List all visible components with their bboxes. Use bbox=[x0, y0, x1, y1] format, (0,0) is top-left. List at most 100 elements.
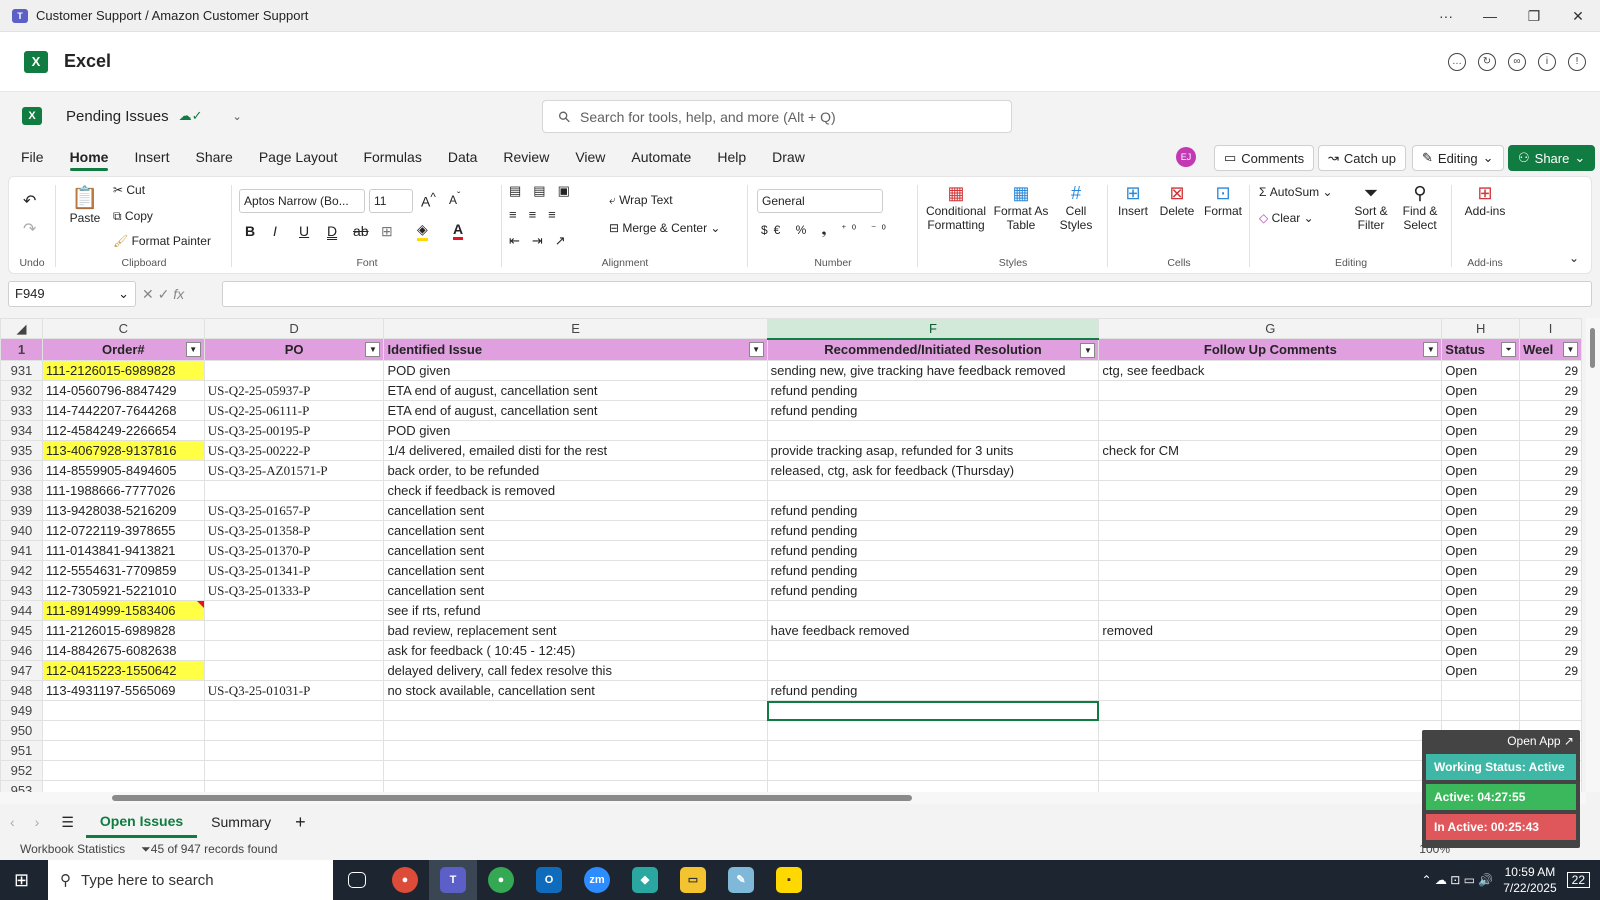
cell-po[interactable] bbox=[203, 760, 385, 781]
catch-up-button[interactable]: ↝ Catch up bbox=[1318, 145, 1406, 171]
row-number[interactable]: 953 bbox=[0, 780, 43, 792]
cell-order[interactable]: 111-1988666-7777026 bbox=[41, 480, 205, 501]
bold-icon[interactable]: B bbox=[245, 223, 255, 239]
notepad-icon[interactable]: ✎ bbox=[717, 860, 765, 900]
chat-icon[interactable]: … bbox=[1448, 52, 1466, 71]
cell-follow[interactable]: removed bbox=[1098, 620, 1443, 641]
row-number[interactable]: 941 bbox=[0, 540, 43, 561]
format-painter-button[interactable]: 🖌 Format Painter bbox=[113, 234, 211, 248]
cell-res[interactable]: refund pending bbox=[766, 560, 1100, 581]
cell-po[interactable] bbox=[203, 480, 385, 501]
header-status[interactable]: Status ⏷ bbox=[1441, 338, 1521, 361]
cell-status[interactable]: Open bbox=[1441, 520, 1521, 541]
row-number[interactable]: 931 bbox=[0, 360, 43, 381]
cell-status[interactable]: Open bbox=[1441, 380, 1521, 401]
font-size-select[interactable]: 11 bbox=[369, 189, 413, 213]
cell-order[interactable]: 113-9428038-5216209 bbox=[41, 500, 205, 521]
cell-po[interactable] bbox=[203, 360, 385, 381]
cell-week[interactable]: 29 bbox=[1519, 480, 1582, 501]
increase-font-icon[interactable]: A^ bbox=[421, 191, 436, 210]
row-number[interactable]: 949 bbox=[0, 700, 43, 721]
cell-res[interactable]: provide tracking asap, refunded for 3 un… bbox=[766, 440, 1100, 461]
workbook-statistics[interactable]: Workbook Statistics bbox=[20, 842, 125, 856]
task-view-icon[interactable] bbox=[333, 860, 381, 900]
row-number[interactable]: 950 bbox=[0, 720, 43, 741]
filter-dropdown-icon[interactable]: ▼ bbox=[1423, 342, 1439, 357]
cell-follow[interactable] bbox=[1098, 540, 1443, 561]
cell-follow[interactable] bbox=[1098, 660, 1443, 681]
cell-follow[interactable] bbox=[1098, 400, 1443, 421]
horizontal-scrollbar[interactable] bbox=[0, 792, 1586, 804]
sheet-tab-summary[interactable]: Summary bbox=[197, 806, 285, 838]
shield-icon[interactable]: ! bbox=[1568, 52, 1586, 71]
cell-follow[interactable] bbox=[1098, 780, 1443, 792]
row-number[interactable]: 939 bbox=[0, 500, 43, 521]
row-number[interactable]: 935 bbox=[0, 440, 43, 461]
cell-week[interactable]: 29 bbox=[1519, 620, 1582, 641]
cell-po[interactable] bbox=[203, 640, 385, 661]
search-box[interactable]: ⚲ Search for tools, help, and more (Alt … bbox=[542, 100, 1012, 133]
comments-button[interactable]: ▭ Comments bbox=[1214, 145, 1315, 171]
app-diamond-icon[interactable]: ◆ bbox=[621, 860, 669, 900]
chevron-down-icon[interactable]: ⌄ bbox=[232, 110, 241, 123]
tray-icons[interactable]: ⌃ ☁ ⊡ ▭ 🔊 bbox=[1422, 873, 1494, 887]
cell-res[interactable] bbox=[766, 640, 1100, 661]
cell-week[interactable] bbox=[1519, 680, 1582, 701]
cell-issue[interactable]: cancellation sent bbox=[383, 560, 768, 581]
cell-styles-button[interactable]: # Cell Styles bbox=[1053, 183, 1099, 232]
filter-dropdown-icon[interactable]: ▼ bbox=[185, 342, 201, 357]
cell-follow[interactable] bbox=[1098, 380, 1443, 401]
cell-po[interactable] bbox=[203, 660, 385, 681]
column-header-g[interactable]: G bbox=[1098, 318, 1443, 339]
filter-dropdown-icon[interactable]: ▼ bbox=[1080, 342, 1096, 358]
cell-res[interactable]: sending new, give tracking have feedback… bbox=[766, 360, 1100, 381]
tab-view[interactable]: View bbox=[562, 140, 618, 174]
cell-follow[interactable] bbox=[1098, 580, 1443, 601]
cell-issue[interactable]: cancellation sent bbox=[383, 580, 768, 601]
conditional-formatting-button[interactable]: ▦ Conditional Formatting bbox=[923, 183, 989, 232]
row-number[interactable]: 940 bbox=[0, 520, 43, 541]
select-all-corner[interactable]: ◢ bbox=[0, 318, 43, 339]
cell-week[interactable]: 29 bbox=[1519, 420, 1582, 441]
row-number[interactable]: 951 bbox=[0, 740, 43, 761]
cell-order[interactable]: 114-7442207-7644268 bbox=[41, 400, 205, 421]
avatar[interactable]: EJ bbox=[1176, 147, 1196, 167]
cell-po[interactable]: US-Q3-25-01341-P bbox=[203, 560, 385, 581]
indent-icons[interactable]: ⇤⇥↗ bbox=[509, 233, 578, 249]
cell-issue[interactable] bbox=[383, 740, 768, 761]
cell-status[interactable]: Open bbox=[1441, 580, 1521, 601]
cell-status[interactable]: Open bbox=[1441, 440, 1521, 461]
cell-follow[interactable] bbox=[1098, 560, 1443, 581]
cell-follow[interactable] bbox=[1098, 600, 1443, 621]
tab-help[interactable]: Help bbox=[704, 140, 759, 174]
editing-mode-button[interactable]: ✎ Editing ⌄ bbox=[1412, 145, 1504, 171]
header-follow-up[interactable]: Follow Up Comments ▼ bbox=[1098, 338, 1443, 361]
outlook-icon[interactable]: O bbox=[525, 860, 573, 900]
header-resolution[interactable]: Recommended/Initiated Resolution ▼ bbox=[766, 338, 1100, 361]
cell-res[interactable]: refund pending bbox=[766, 540, 1100, 561]
cell-status[interactable]: Open bbox=[1441, 620, 1521, 641]
clear-button[interactable]: ◇ Clear ⌄ bbox=[1259, 211, 1314, 225]
cell-issue[interactable]: no stock available, cancellation sent bbox=[383, 680, 768, 701]
cell-res[interactable]: have feedback removed bbox=[766, 620, 1100, 641]
cell-issue[interactable]: cancellation sent bbox=[383, 500, 768, 521]
tab-data[interactable]: Data bbox=[435, 140, 491, 174]
cell-po[interactable]: US-Q3-25-01031-P bbox=[203, 680, 385, 701]
cell-order[interactable]: 112-7305921-5221010 bbox=[41, 580, 205, 601]
cell-week[interactable]: 29 bbox=[1519, 440, 1582, 461]
cell-issue[interactable]: check if feedback is removed bbox=[383, 480, 768, 501]
cell-order[interactable]: 111-2126015-6989828 bbox=[41, 360, 205, 381]
strikethrough-icon[interactable]: ab bbox=[353, 223, 369, 239]
close-button[interactable]: ✕ bbox=[1556, 0, 1600, 32]
find-select-button[interactable]: ⚲ Find & Select bbox=[1397, 183, 1443, 232]
cell-status[interactable]: Open bbox=[1441, 560, 1521, 581]
cell-week[interactable]: 29 bbox=[1519, 380, 1582, 401]
undo-icon[interactable]: ↶ bbox=[23, 191, 36, 211]
info-icon[interactable]: i bbox=[1538, 52, 1556, 71]
tab-formulas[interactable]: Formulas bbox=[350, 140, 434, 174]
row-number[interactable]: 1 bbox=[0, 338, 43, 361]
cell-order[interactable]: 111-0143841-9413821 bbox=[41, 540, 205, 561]
cell-follow[interactable] bbox=[1098, 480, 1443, 501]
cell-res[interactable]: refund pending bbox=[766, 680, 1100, 701]
windows-start-icon[interactable]: ⊞ bbox=[14, 870, 29, 891]
